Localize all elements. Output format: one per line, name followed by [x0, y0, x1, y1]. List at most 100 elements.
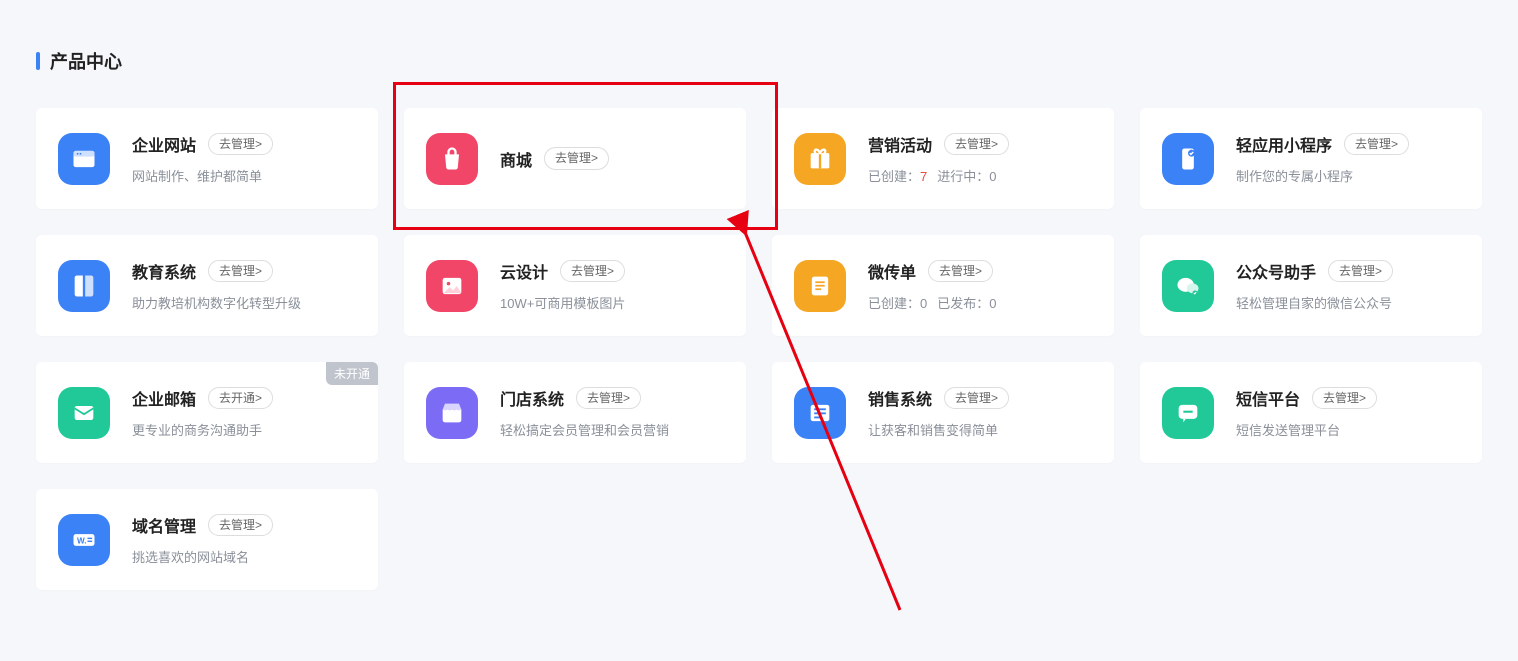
card-body: 企业网站去管理> 网站制作、维护都简单 [132, 132, 356, 185]
manage-button[interactable]: 去管理> [944, 133, 1009, 155]
card-body: 销售系统去管理> 让获客和销售变得简单 [868, 386, 1092, 439]
card-head: 门店系统去管理> [500, 386, 724, 410]
card-desc: 10W+可商用模板图片 [500, 293, 724, 312]
stat-progress-label: 进行中： [937, 169, 989, 184]
card-body: 门店系统去管理> 轻松搞定会员管理和会员营销 [500, 386, 724, 439]
card-body: 微传单去管理>已创建：0已发布：0 [868, 259, 1092, 312]
card-body: 教育系统去管理> 助力教培机构数字化转型升级 [132, 259, 356, 312]
card-desc: 网站制作、维护都简单 [132, 166, 356, 185]
chat-icon [1162, 387, 1214, 439]
card-desc: 助力教培机构数字化转型升级 [132, 293, 356, 312]
activate-button[interactable]: 去开通> [208, 387, 273, 409]
manage-button[interactable]: 去管理> [560, 260, 625, 282]
card-title: 轻应用小程序 [1236, 132, 1332, 156]
stat-published-value: 0 [989, 296, 996, 311]
card-head: 销售系统去管理> [868, 386, 1092, 410]
manage-button[interactable]: 去管理> [1344, 133, 1409, 155]
card-body: 企业邮箱去开通> 更专业的商务沟通助手 [132, 386, 356, 439]
product-card-sms[interactable]: 短信平台去管理> 短信发送管理平台 [1140, 362, 1482, 463]
stat-created-label: 已创建： [868, 296, 920, 311]
card-head: 短信平台去管理> [1236, 386, 1460, 410]
card-title: 企业邮箱 [132, 386, 196, 410]
stat-created-value: 7 [920, 169, 927, 184]
product-card-marketing[interactable]: 营销活动去管理> 已创建：7 进行中：0 [772, 108, 1114, 209]
card-title: 云设计 [500, 259, 548, 283]
card-head: 企业邮箱去开通> [132, 386, 356, 410]
product-card-website[interactable]: 企业网站去管理> 网站制作、维护都简单 [36, 108, 378, 209]
section-title-text: 产品中心 [50, 48, 122, 74]
manage-button[interactable]: 去管理> [208, 260, 273, 282]
bag-icon [426, 133, 478, 185]
card-title: 销售系统 [868, 386, 932, 410]
book-icon [58, 260, 110, 312]
shop-icon [426, 387, 478, 439]
image-icon [426, 260, 478, 312]
product-card-mall[interactable]: 商城去管理> [404, 108, 746, 209]
product-card-edu[interactable]: 教育系统去管理> 助力教培机构数字化转型升级 [36, 235, 378, 336]
card-title: 企业网站 [132, 132, 196, 156]
card-body: 营销活动去管理> 已创建：7 进行中：0 [868, 132, 1092, 185]
stat-created-value: 0 [920, 296, 927, 311]
stat-created-label: 已创建： [868, 169, 920, 184]
product-card-miniapp[interactable]: 轻应用小程序去管理> 制作您的专属小程序 [1140, 108, 1482, 209]
manage-button[interactable]: 去管理> [576, 387, 641, 409]
card-head: 轻应用小程序去管理> [1236, 132, 1460, 156]
stat-progress-value: 0 [989, 169, 996, 184]
product-card-design[interactable]: 云设计去管理> 10W+可商用模板图片 [404, 235, 746, 336]
product-grid: 企业网站去管理>网站制作、维护都简单商城去管理>营销活动去管理>已创建：7进行中… [36, 108, 1482, 590]
card-body: 公众号助手去管理> 轻松管理自家的微信公众号 [1236, 259, 1460, 312]
list-icon [794, 387, 846, 439]
card-body: 商城去管理> [500, 147, 724, 171]
manage-button[interactable]: 去管理> [944, 387, 1009, 409]
section-title: 产品中心 [36, 48, 1482, 74]
product-card-store[interactable]: 门店系统去管理> 轻松搞定会员管理和会员营销 [404, 362, 746, 463]
card-desc: 更专业的商务沟通助手 [132, 420, 356, 439]
product-card-mail[interactable]: 未开通企业邮箱去开通>更专业的商务沟通助手 [36, 362, 378, 463]
card-stats: 已创建：7 进行中：0 [868, 166, 1092, 185]
manage-button[interactable]: 去管理> [208, 514, 273, 536]
product-card-sales[interactable]: 销售系统去管理> 让获客和销售变得简单 [772, 362, 1114, 463]
card-body: 短信平台去管理> 短信发送管理平台 [1236, 386, 1460, 439]
card-head: 教育系统去管理> [132, 259, 356, 283]
manage-button[interactable]: 去管理> [544, 147, 609, 169]
card-desc: 短信发送管理平台 [1236, 420, 1460, 439]
stat-published-label: 已发布： [937, 296, 989, 311]
card-head: 企业网站去管理> [132, 132, 356, 156]
wechat-icon [1162, 260, 1214, 312]
card-desc: 制作您的专属小程序 [1236, 166, 1460, 185]
product-card-mp[interactable]: 公众号助手去管理> 轻松管理自家的微信公众号 [1140, 235, 1482, 336]
card-head: 微传单去管理> [868, 259, 1092, 283]
manage-button[interactable]: 去管理> [1312, 387, 1377, 409]
mail-icon [58, 387, 110, 439]
card-head: 商城去管理> [500, 147, 724, 171]
doc-icon [794, 260, 846, 312]
card-title: 营销活动 [868, 132, 932, 156]
manage-button[interactable]: 去管理> [928, 260, 993, 282]
card-title: 商城 [500, 147, 532, 171]
card-title: 公众号助手 [1236, 259, 1316, 283]
domain-icon: W. [58, 514, 110, 566]
card-desc: 挑选喜欢的网站域名 [132, 547, 356, 566]
card-body: 域名管理去管理> 挑选喜欢的网站域名 [132, 513, 356, 566]
product-card-flyer[interactable]: 微传单去管理>已创建：0已发布：0 [772, 235, 1114, 336]
card-title: 微传单 [868, 259, 916, 283]
card-stats: 已创建：0已发布：0 [868, 293, 1092, 312]
card-head: 公众号助手去管理> [1236, 259, 1460, 283]
product-card-domain[interactable]: W. 域名管理去管理> 挑选喜欢的网站域名 [36, 489, 378, 590]
card-body: 轻应用小程序去管理> 制作您的专属小程序 [1236, 132, 1460, 185]
card-title: 短信平台 [1236, 386, 1300, 410]
svg-text:W.: W. [77, 536, 87, 545]
card-body: 云设计去管理> 10W+可商用模板图片 [500, 259, 724, 312]
manage-button[interactable]: 去管理> [1328, 260, 1393, 282]
gift-icon [794, 133, 846, 185]
card-desc: 轻松搞定会员管理和会员营销 [500, 420, 724, 439]
card-title: 门店系统 [500, 386, 564, 410]
card-desc: 轻松管理自家的微信公众号 [1236, 293, 1460, 312]
manage-button[interactable]: 去管理> [208, 133, 273, 155]
card-title: 教育系统 [132, 259, 196, 283]
card-title: 域名管理 [132, 513, 196, 537]
card-head: 营销活动去管理> [868, 132, 1092, 156]
card-desc: 让获客和销售变得简单 [868, 420, 1092, 439]
card-head: 云设计去管理> [500, 259, 724, 283]
card-head: 域名管理去管理> [132, 513, 356, 537]
